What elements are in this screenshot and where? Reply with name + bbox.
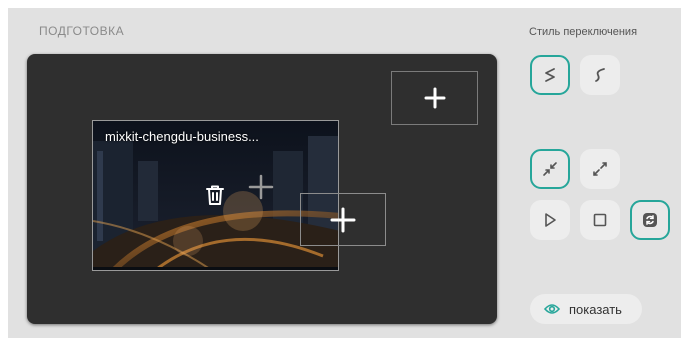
expand-button[interactable] bbox=[580, 149, 620, 189]
add-slot-button[interactable] bbox=[300, 193, 386, 246]
delete-button[interactable] bbox=[203, 183, 227, 212]
curve-s-icon bbox=[545, 68, 555, 82]
play-button[interactable] bbox=[530, 200, 570, 240]
plus-icon bbox=[248, 174, 274, 200]
trash-icon bbox=[206, 185, 224, 205]
swap-button[interactable] bbox=[630, 200, 670, 240]
swap-icon bbox=[643, 213, 657, 227]
card-add-button[interactable] bbox=[248, 174, 274, 205]
stop-icon bbox=[593, 213, 607, 227]
switch-style-1-button[interactable] bbox=[530, 55, 570, 95]
section-title: ПОДГОТОВКА bbox=[39, 24, 125, 38]
plus-icon bbox=[330, 207, 356, 232]
play-icon bbox=[545, 213, 556, 227]
shrink-icon bbox=[543, 162, 557, 176]
stop-button[interactable] bbox=[580, 200, 620, 240]
switch-style-label: Стиль переключения bbox=[529, 26, 638, 38]
expand-icon bbox=[593, 162, 607, 176]
shrink-button[interactable] bbox=[530, 149, 570, 189]
curve-s-alt-icon bbox=[595, 68, 605, 82]
eye-icon bbox=[544, 304, 560, 314]
show-label: показать bbox=[569, 301, 622, 317]
media-title: mixkit-chengdu-business... bbox=[105, 129, 259, 144]
switch-style-2-button[interactable] bbox=[580, 55, 620, 95]
plus-icon bbox=[424, 87, 445, 109]
show-button[interactable]: показать bbox=[530, 294, 642, 324]
stage-canvas: mixkit-chengdu-business... bbox=[27, 54, 497, 324]
add-slot-button[interactable] bbox=[391, 71, 478, 125]
